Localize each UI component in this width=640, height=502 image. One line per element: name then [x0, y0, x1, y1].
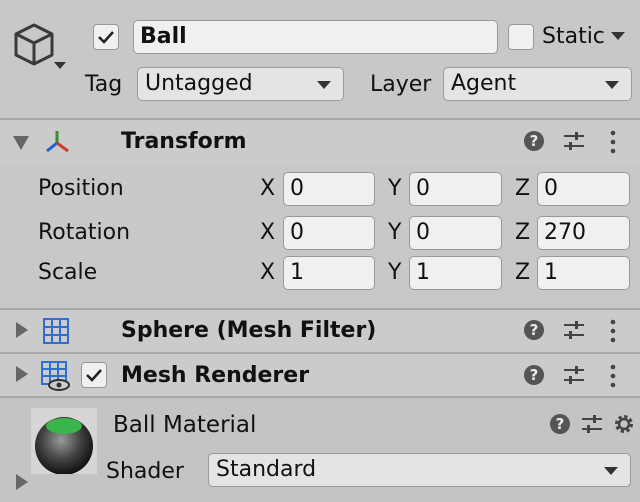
axis-z-label[interactable]: Z: [515, 176, 530, 202]
axis-z-label[interactable]: Z: [515, 220, 530, 246]
axis-z-label[interactable]: Z: [515, 260, 530, 286]
scale-x-field[interactable]: 1: [283, 256, 375, 290]
mesh-renderer-enabled-checkbox[interactable]: [81, 362, 107, 388]
tag-dropdown[interactable]: Untagged: [137, 67, 344, 101]
chevron-down-icon: [604, 467, 618, 475]
active-checkbox[interactable]: [93, 24, 119, 50]
position-label[interactable]: Position: [38, 176, 124, 202]
gear-icon[interactable]: [612, 412, 636, 436]
chevron-down-icon: [317, 81, 331, 89]
static-label[interactable]: Static: [542, 24, 605, 50]
sliders-icon[interactable]: [562, 364, 586, 386]
mesh-renderer-icon: [41, 361, 70, 391]
foldout-collapsed-icon[interactable]: [16, 366, 28, 382]
help-icon[interactable]: ?: [550, 414, 570, 434]
shader-value: Standard: [216, 457, 317, 482]
foldout-collapsed-icon[interactable]: [16, 322, 28, 338]
object-name-field[interactable]: Ball: [133, 20, 498, 54]
foldout-expanded-icon[interactable]: [13, 136, 29, 150]
static-dropdown-arrow[interactable]: [611, 32, 625, 40]
mesh-renderer-title: Mesh Renderer: [121, 363, 310, 388]
checkmark-icon: [98, 31, 114, 44]
cube-icon[interactable]: [12, 22, 58, 72]
position-z-field[interactable]: 0: [537, 172, 630, 206]
mesh-renderer-header[interactable]: Mesh Renderer ?: [0, 352, 640, 398]
rotation-label[interactable]: Rotation: [38, 220, 130, 246]
shader-dropdown[interactable]: Standard: [208, 453, 631, 487]
sliders-icon[interactable]: [580, 413, 604, 435]
rotation-z-field[interactable]: 270: [537, 216, 630, 250]
help-icon[interactable]: ?: [524, 131, 544, 151]
kebab-menu-icon[interactable]: [608, 364, 618, 388]
help-icon[interactable]: ?: [524, 365, 544, 385]
help-icon[interactable]: ?: [524, 320, 544, 340]
scale-y-field[interactable]: 1: [409, 256, 502, 290]
rotation-y-field[interactable]: 0: [409, 216, 502, 250]
sliders-icon[interactable]: [562, 130, 586, 152]
static-checkbox[interactable]: [508, 24, 534, 50]
rotation-x-field[interactable]: 0: [283, 216, 375, 250]
transform-header[interactable]: Transform ?: [0, 118, 640, 164]
axis-y-label[interactable]: Y: [388, 220, 401, 246]
kebab-menu-icon[interactable]: [608, 130, 618, 154]
axis-y-label[interactable]: Y: [388, 260, 401, 286]
axis-y-label[interactable]: Y: [388, 176, 401, 202]
scale-label[interactable]: Scale: [38, 260, 97, 286]
transform-title: Transform: [121, 129, 247, 154]
tag-value: Untagged: [145, 71, 253, 96]
mesh-grid-icon: [43, 318, 69, 344]
chevron-down-icon: [605, 81, 619, 89]
axis-x-label[interactable]: X: [260, 176, 275, 202]
position-x-field[interactable]: 0: [283, 172, 375, 206]
scale-z-field[interactable]: 1: [537, 256, 630, 290]
tag-label: Tag: [85, 72, 123, 97]
material-section: Ball Material ? Shader Standard: [0, 396, 640, 502]
axis-x-label[interactable]: X: [260, 220, 275, 246]
material-preview-thumbnail[interactable]: [31, 408, 97, 474]
kebab-menu-icon[interactable]: [608, 319, 618, 343]
position-y-field[interactable]: 0: [409, 172, 502, 206]
layer-dropdown[interactable]: Agent: [443, 67, 632, 101]
layer-label: Layer: [370, 72, 432, 97]
axis-x-label[interactable]: X: [260, 260, 275, 286]
material-name: Ball Material: [113, 412, 257, 438]
foldout-collapsed-icon[interactable]: [16, 474, 28, 490]
sliders-icon[interactable]: [562, 319, 586, 341]
icon-dropdown-arrow[interactable]: [54, 62, 66, 69]
mesh-filter-title: Sphere (Mesh Filter): [121, 318, 377, 343]
mesh-filter-header[interactable]: Sphere (Mesh Filter) ?: [0, 308, 640, 354]
transform-axes-icon: [46, 131, 69, 153]
shader-label: Shader: [106, 459, 184, 484]
layer-value: Agent: [451, 71, 517, 96]
checkmark-icon: [86, 369, 102, 382]
